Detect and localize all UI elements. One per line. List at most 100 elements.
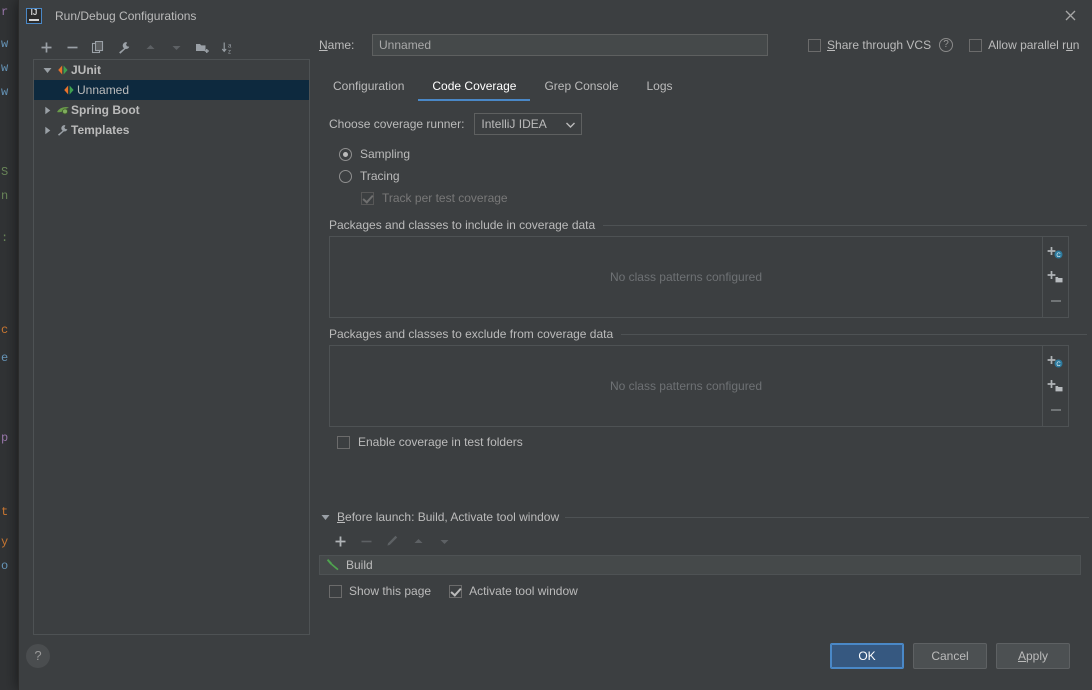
exclude-patterns-list[interactable]: No class patterns configured — [329, 345, 1043, 427]
activate-tool-window-checkbox[interactable]: Activate tool window — [449, 584, 578, 598]
expand-twisty-icon[interactable] — [319, 513, 331, 522]
exclude-empty-text: No class patterns configured — [609, 379, 763, 393]
tree-item-spring-boot[interactable]: Spring Boot — [34, 100, 309, 120]
spring-icon — [54, 104, 71, 116]
remove-pattern-button[interactable] — [1045, 400, 1067, 420]
background-code-line: w — [1, 38, 9, 51]
build-hammer-icon — [326, 557, 340, 574]
background-code-line: w — [1, 62, 9, 75]
help-button[interactable]: ? — [26, 644, 50, 668]
before-launch-header: Before launch: Build, Activate tool wind… — [319, 510, 1089, 524]
add-package-pattern-button[interactable] — [1045, 376, 1067, 396]
background-code-line: e — [1, 352, 9, 365]
share-through-vcs-checkbox[interactable]: Share through VCS — [808, 38, 931, 52]
configuration-editor: Name: Share through VCS ? Allow parallel… — [319, 34, 1092, 56]
before-launch-task-label: Build — [346, 558, 373, 572]
tab-grep-console[interactable]: Grep Console — [530, 76, 632, 101]
copy-configuration-button[interactable] — [85, 37, 111, 59]
pencil-icon[interactable] — [379, 530, 405, 552]
exclude-list-wrap: No class patterns configured C — [329, 345, 1087, 427]
enable-coverage-test-folders-checkbox[interactable]: Enable coverage in test folders — [337, 435, 1087, 449]
remove-pattern-button[interactable] — [1045, 291, 1067, 311]
tab-logs[interactable]: Logs — [633, 76, 687, 101]
add-class-pattern-button[interactable]: C — [1045, 243, 1067, 263]
code-coverage-panel: Choose coverage runner: IntelliJ IDEA Sa… — [329, 112, 1087, 449]
expand-twisty-icon[interactable] — [40, 66, 54, 75]
background-code-line: n — [1, 190, 9, 203]
tab-code-coverage[interactable]: Code Coverage — [418, 76, 531, 101]
move-task-up-button[interactable] — [405, 530, 431, 552]
add-class-pattern-button[interactable]: C — [1045, 352, 1067, 372]
before-launch-section: Before launch: Build, Activate tool wind… — [319, 510, 1089, 598]
tree-item-label: Unnamed — [77, 83, 130, 97]
tab-configuration[interactable]: Configuration — [319, 76, 418, 101]
add-package-pattern-button[interactable] — [1045, 267, 1067, 287]
junit-icon — [54, 64, 71, 76]
before-launch-title: Before launch: Build, Activate tool wind… — [337, 510, 560, 524]
show-this-page-label: Show this page — [349, 584, 432, 598]
include-section-title: Packages and classes to include in cover… — [329, 218, 596, 232]
move-down-button[interactable] — [163, 37, 189, 59]
activate-tool-window-label: Activate tool window — [469, 584, 578, 598]
collapse-twisty-icon[interactable] — [40, 126, 54, 135]
collapse-twisty-icon[interactable] — [40, 106, 54, 115]
tree-item-templates[interactable]: Templates — [34, 120, 309, 140]
exclude-list-toolbar: C — [1043, 345, 1069, 427]
coverage-runner-select[interactable]: IntelliJ IDEA — [474, 113, 583, 135]
chevron-down-icon — [566, 117, 576, 131]
checkbox-box — [969, 38, 983, 52]
add-configuration-button[interactable] — [33, 37, 59, 59]
tree-item-unnamed[interactable]: Unnamed — [34, 80, 309, 100]
add-task-button[interactable] — [327, 530, 353, 552]
move-task-down-button[interactable] — [431, 530, 457, 552]
include-list-wrap: No class patterns configured C — [329, 236, 1087, 318]
svg-text:C: C — [1056, 362, 1061, 368]
allow-parallel-run-checkbox[interactable]: Allow parallel run — [969, 38, 1079, 52]
show-this-page-checkbox[interactable]: Show this page — [329, 584, 431, 598]
share-through-vcs-label: Share through VCS — [827, 38, 932, 52]
exclude-section-title: Packages and classes to exclude from cov… — [329, 327, 614, 341]
sort-az-icon[interactable]: a z — [215, 37, 241, 59]
before-launch-task-list[interactable]: Build — [319, 555, 1081, 575]
include-list-toolbar: C — [1043, 236, 1069, 318]
background-code-line: o — [1, 560, 9, 573]
background-code-line: p — [1, 432, 9, 445]
before-launch-options: Show this page Activate tool window — [329, 584, 1089, 598]
track-per-test-coverage-checkbox[interactable]: Track per test coverage — [361, 187, 1087, 209]
sampling-radio[interactable]: Sampling — [339, 143, 1087, 165]
remove-configuration-button[interactable] — [59, 37, 85, 59]
enable-coverage-test-folders-label: Enable coverage in test folders — [358, 435, 523, 449]
svg-text:C: C — [1056, 253, 1061, 259]
tracing-label: Tracing — [360, 169, 400, 183]
cancel-button[interactable]: Cancel — [913, 643, 987, 669]
remove-task-button[interactable] — [353, 530, 379, 552]
separator-line — [621, 333, 1087, 335]
tracing-radio[interactable]: Tracing — [339, 165, 1087, 187]
name-input[interactable] — [372, 34, 768, 56]
background-code-line: w — [1, 86, 9, 99]
radio-dot — [339, 147, 352, 161]
wrench-icon[interactable] — [111, 37, 137, 59]
configuration-tree[interactable]: JUnit Unnamed Spring Boot Templates — [33, 59, 310, 635]
ok-button[interactable]: OK — [830, 643, 904, 669]
dialog-titlebar: Run/Debug Configurations — [19, 0, 1092, 31]
tree-item-junit[interactable]: JUnit — [34, 60, 309, 80]
include-patterns-list[interactable]: No class patterns configured — [329, 236, 1043, 318]
apply-button[interactable]: Apply — [996, 643, 1070, 669]
wrench-icon — [54, 124, 71, 137]
checkbox-box — [808, 38, 821, 52]
allow-parallel-run-label: Allow parallel run — [988, 38, 1080, 52]
background-code-line: : — [1, 232, 9, 245]
tree-item-label: Templates — [71, 123, 130, 137]
exclude-section-header: Packages and classes to exclude from cov… — [329, 327, 1087, 341]
help-icon[interactable]: ? — [939, 38, 954, 52]
tree-item-label: JUnit — [71, 63, 101, 77]
junit-icon — [60, 84, 77, 96]
background-code-line: c — [1, 324, 9, 337]
checkbox-box — [337, 435, 350, 449]
close-icon[interactable] — [1047, 0, 1092, 31]
background-code-line: S — [1, 166, 9, 179]
checkbox-box — [449, 584, 463, 598]
move-up-button[interactable] — [137, 37, 163, 59]
folder-add-icon[interactable] — [189, 37, 215, 59]
